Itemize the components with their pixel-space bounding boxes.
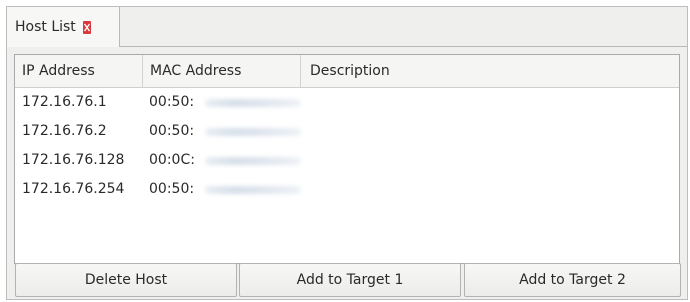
close-icon[interactable] — [82, 20, 92, 34]
ip-address-cell: 172.16.76.128 — [22, 152, 125, 168]
column-header-mac-address[interactable]: MAC Address — [143, 55, 301, 88]
table-header: IP Address MAC Address Description — [15, 55, 679, 88]
ip-address-cell: 172.16.76.254 — [22, 181, 125, 197]
redacted-mac-blur — [205, 128, 301, 136]
action-buttons: Delete Host Add to Target 1 Add to Targe… — [15, 263, 681, 297]
table-row[interactable]: 172.16.76.128 00:0C: — [15, 146, 679, 175]
ip-address-cell: 172.16.76.1 — [22, 94, 107, 110]
mac-address-cell: 00:50: — [149, 94, 195, 110]
column-header-ip-address[interactable]: IP Address — [15, 55, 143, 88]
tab-host-list-label: Host List — [15, 19, 76, 35]
table-row[interactable]: 172.16.76.1 00:50: — [15, 88, 679, 117]
mac-address-cell: 00:50: — [149, 181, 195, 197]
delete-host-button[interactable]: Delete Host — [15, 263, 237, 297]
table-row[interactable]: 172.16.76.2 00:50: — [15, 117, 679, 146]
redacted-mac-blur — [205, 186, 301, 194]
add-to-target-2-button[interactable]: Add to Target 2 — [464, 263, 681, 297]
redacted-mac-blur — [205, 99, 301, 107]
table-body: 172.16.76.1 00:50: 172.16.76.2 00:50: 17… — [15, 88, 679, 204]
mac-address-cell: 00:50: — [149, 123, 195, 139]
column-header-description[interactable]: Description — [301, 55, 679, 88]
table-row[interactable]: 172.16.76.254 00:50: — [15, 175, 679, 204]
host-list-window: Host List IP Address MAC Address Descrip… — [6, 6, 688, 300]
tab-bar: Host List — [7, 7, 687, 47]
mac-address-cell: 00:0C: — [149, 152, 195, 168]
redacted-mac-blur — [205, 157, 301, 165]
tab-host-list[interactable]: Host List — [7, 7, 120, 47]
add-to-target-1-button[interactable]: Add to Target 1 — [239, 263, 461, 297]
ip-address-cell: 172.16.76.2 — [22, 123, 107, 139]
host-table: IP Address MAC Address Description 172.1… — [14, 54, 680, 264]
